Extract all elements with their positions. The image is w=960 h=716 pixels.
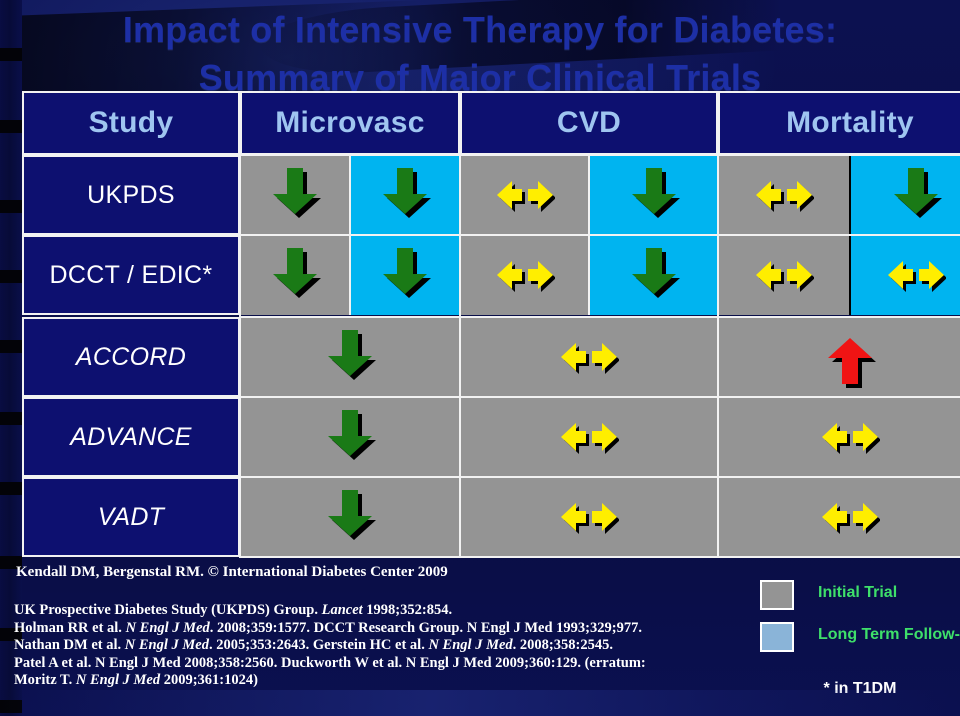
cvd-initial-cell bbox=[460, 155, 589, 235]
microvasc-longterm-cell bbox=[350, 155, 460, 235]
cvd-initial-cell bbox=[460, 317, 718, 397]
cvd-initial-cell bbox=[460, 235, 589, 315]
background-swoosh-secondary bbox=[258, 0, 782, 78]
cvd-longterm-cell bbox=[589, 155, 718, 235]
strip-dash bbox=[0, 270, 22, 283]
mortality-initial-cell bbox=[718, 235, 850, 315]
down-arrow-green-icon bbox=[375, 164, 435, 226]
grid-separator bbox=[588, 235, 590, 315]
cvd-longterm-cell bbox=[589, 235, 718, 315]
down-arrow-green-icon bbox=[320, 486, 380, 548]
citation-line: Nathan DM et al. N Engl J Med. 2005;353:… bbox=[14, 637, 613, 653]
down-arrow-green-icon bbox=[624, 164, 684, 226]
down-arrow-green-icon bbox=[624, 244, 684, 306]
microvasc-initial-cell bbox=[240, 477, 460, 557]
grid-separator bbox=[239, 155, 241, 557]
strip-dash bbox=[0, 412, 22, 425]
table-header-microvasc: Microvasc bbox=[240, 91, 460, 155]
grid-separator bbox=[239, 476, 960, 478]
legend-label-1: Long Term Follow-up bbox=[818, 626, 960, 643]
down-arrow-green-icon bbox=[265, 164, 325, 226]
mortality-initial-cell bbox=[718, 477, 960, 557]
grid-separator bbox=[849, 235, 851, 315]
table-row-label-1: DCCT / EDIC* bbox=[22, 235, 240, 315]
strip-dash bbox=[0, 482, 22, 495]
grid-separator bbox=[717, 155, 719, 557]
microvasc-initial-cell bbox=[240, 397, 460, 477]
mortality-longterm-cell bbox=[850, 155, 960, 235]
down-arrow-green-icon bbox=[886, 164, 946, 226]
down-arrow-green-icon bbox=[320, 326, 380, 388]
grid-separator bbox=[459, 155, 461, 557]
grid-separator bbox=[239, 234, 960, 236]
table-header-study: Study bbox=[22, 91, 240, 155]
mortality-initial-cell bbox=[718, 155, 850, 235]
legend-swatch-1 bbox=[760, 622, 794, 652]
cvd-initial-cell bbox=[460, 397, 718, 477]
bidirectional-arrow-yellow-icon bbox=[495, 244, 555, 306]
microvasc-initial-cell bbox=[240, 155, 350, 235]
bidirectional-arrow-yellow-icon bbox=[559, 326, 619, 388]
down-arrow-green-icon bbox=[375, 244, 435, 306]
strip-dash bbox=[0, 120, 22, 133]
microvasc-initial-cell bbox=[240, 317, 460, 397]
legend-label-0: Initial Trial bbox=[818, 584, 898, 601]
summary-table: Study Microvasc CVD Mortality UKPDS DCCT / ED… bbox=[22, 91, 960, 558]
strip-dash bbox=[0, 340, 22, 353]
bidirectional-arrow-yellow-icon bbox=[559, 486, 619, 548]
table-row-label-3: ADVANCE bbox=[22, 397, 240, 477]
table-row-label-0: UKPDS bbox=[22, 155, 240, 235]
bidirectional-arrow-yellow-icon bbox=[559, 406, 619, 468]
table-row-label-2: ACCORD bbox=[22, 317, 240, 397]
citation-line: Holman RR et al. N Engl J Med. 2008;359:… bbox=[14, 619, 642, 636]
grid-separator bbox=[849, 155, 851, 235]
legend: Initial Trial Long Term Follow-up bbox=[760, 578, 960, 662]
citation-line: Moritz T. N Engl J Med 2009;361:1024) bbox=[14, 672, 258, 688]
grid-separator bbox=[588, 155, 590, 235]
microvasc-longterm-cell bbox=[350, 235, 460, 315]
grid-separator bbox=[239, 316, 960, 318]
bidirectional-arrow-yellow-icon bbox=[886, 244, 946, 306]
bidirectional-arrow-yellow-icon bbox=[820, 406, 880, 468]
grid-separator bbox=[349, 235, 351, 315]
legend-item-0: Initial Trial bbox=[760, 578, 960, 620]
footer: Kendall DM, Bergenstal RM. © Internation… bbox=[0, 552, 960, 716]
footnote-t1dm: * in T1DM bbox=[823, 680, 897, 697]
bidirectional-arrow-yellow-icon bbox=[754, 164, 814, 226]
strip-dash bbox=[0, 200, 22, 213]
legend-item-1: Long Term Follow-up bbox=[760, 620, 960, 662]
page-title: Impact of Intensive Therapy for Diabetes… bbox=[122, 9, 838, 98]
microvasc-initial-cell bbox=[240, 235, 350, 315]
mortality-initial-cell bbox=[718, 317, 960, 397]
mortality-initial-cell bbox=[718, 397, 960, 477]
grid-separator bbox=[349, 155, 351, 235]
down-arrow-green-icon bbox=[320, 406, 380, 468]
table-header-cvd: CVD bbox=[460, 91, 718, 155]
attribution-text: Kendall DM, Bergenstal RM. © Internation… bbox=[16, 564, 448, 580]
bidirectional-arrow-yellow-icon bbox=[820, 486, 880, 548]
down-arrow-green-icon bbox=[265, 244, 325, 306]
grid-separator bbox=[239, 154, 960, 156]
citation-list: UK Prospective Diabetes Study (UKPDS) Gr… bbox=[14, 602, 734, 690]
citation-line: Patel A et al. N Engl J Med 2008;358:256… bbox=[14, 654, 646, 671]
grid-separator bbox=[239, 396, 960, 398]
slide-background: Impact of Intensive Therapy for Diabetes… bbox=[0, 0, 960, 716]
bidirectional-arrow-yellow-icon bbox=[754, 244, 814, 306]
cvd-initial-cell bbox=[460, 477, 718, 557]
strip-dash bbox=[0, 48, 22, 61]
mortality-longterm-cell bbox=[850, 235, 960, 315]
table-header-mortality: Mortality bbox=[718, 91, 960, 155]
bidirectional-arrow-yellow-icon bbox=[495, 164, 555, 226]
legend-swatch-0 bbox=[760, 580, 794, 610]
up-arrow-red-icon bbox=[820, 326, 880, 388]
table-row-label-4: VADT bbox=[22, 477, 240, 557]
citation-line: UK Prospective Diabetes Study (UKPDS) Gr… bbox=[14, 602, 453, 618]
